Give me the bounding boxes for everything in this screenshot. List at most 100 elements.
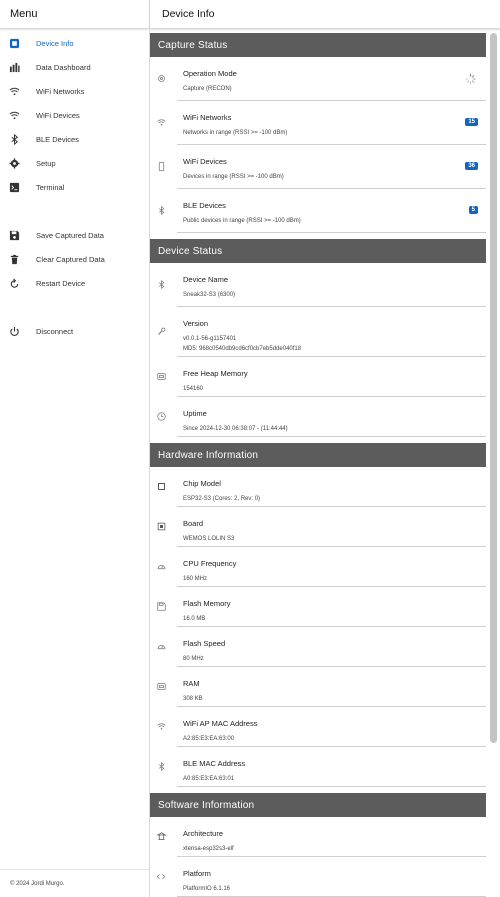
sidebar-item-wifi-devices[interactable]: WiFi Devices <box>0 103 149 127</box>
item-value: 154160 <box>183 386 204 392</box>
sidebar-item-label: Clear Captured Data <box>36 254 105 264</box>
item-title: Architecture <box>183 829 224 838</box>
loading-spinner-icon <box>465 73 476 84</box>
sidebar-item-data-dashboard[interactable]: Data Dashboard <box>0 55 149 79</box>
wifi-icon <box>8 109 20 121</box>
sidebar-item-label: Device Info <box>36 38 74 48</box>
gear-outline-icon <box>155 57 167 100</box>
power-icon <box>8 325 20 337</box>
list-item-free-heap-memory[interactable]: Free Heap Memory 154160 <box>156 357 486 397</box>
scrollbar[interactable] <box>490 33 497 743</box>
architecture-icon <box>155 817 167 856</box>
hardware-information-list: Chip Model ESP32-S3 (Cores: 2, Rev: 0) B… <box>150 467 486 793</box>
wrench-icon <box>155 307 167 356</box>
memory-icon <box>155 667 167 706</box>
sidebar-item-label: Data Dashboard <box>36 62 91 72</box>
item-value: xtensa-esp32s3-elf <box>183 846 234 852</box>
phone-icon <box>155 145 167 188</box>
memory-icon <box>155 357 167 396</box>
item-value: A0:85:E3:EA:63:01 <box>183 776 235 782</box>
item-title: Flash Memory <box>183 599 231 608</box>
terminal-icon <box>8 181 20 193</box>
item-value: 160 MHz <box>183 576 208 582</box>
sidebar-item-ble-devices[interactable]: BLE Devices <box>0 127 149 151</box>
speedometer-icon <box>155 627 167 666</box>
bluetooth-icon <box>155 747 167 786</box>
item-title: WiFi AP MAC Address <box>183 719 258 728</box>
item-value: 308 KB <box>183 696 203 702</box>
board-icon <box>155 507 167 546</box>
gear-icon <box>8 157 20 169</box>
sidebar-item-device-info[interactable]: Device Info <box>0 31 149 55</box>
item-title: Chip Model <box>183 479 221 488</box>
count-badge: 15 <box>465 118 478 127</box>
sidebar-item-save-captured-data[interactable]: Save Captured Data <box>0 223 149 247</box>
item-title: WiFi Devices <box>183 157 227 166</box>
sidebar-item-setup[interactable]: Setup <box>0 151 149 175</box>
count-badge: 36 <box>465 162 478 171</box>
list-item-device-name[interactable]: Device Name Sneak32-S3 (6300) <box>158 263 486 307</box>
item-title: BLE Devices <box>183 201 226 210</box>
bluetooth-icon <box>155 189 167 232</box>
item-value: Devices in range (RSSI >= -100 dBm) <box>183 174 284 180</box>
software-information-list: Architecture xtensa-esp32s3-elf Platform… <box>150 817 486 897</box>
speedometer-icon <box>155 547 167 586</box>
main-panel: Device Info Capture Status Operation Mod… <box>150 0 500 897</box>
page-title: Device Info <box>150 0 500 29</box>
save-icon <box>8 229 20 241</box>
list-item-flash-memory[interactable]: Flash Memory 16.0 MB <box>156 587 486 627</box>
nav-spacer <box>0 199 149 223</box>
item-title: Free Heap Memory <box>183 369 248 378</box>
section-header-device-status: Device Status <box>150 239 486 263</box>
sidebar-item-wifi-networks[interactable]: WiFi Networks <box>0 79 149 103</box>
sidebar-item-clear-captured-data[interactable]: Clear Captured Data <box>0 247 149 271</box>
wifi-icon <box>155 707 167 746</box>
nav-spacer <box>0 295 149 319</box>
item-value: 16.0 MB <box>183 616 206 622</box>
item-title: Flash Speed <box>183 639 226 648</box>
item-value: Capture (RECON) <box>183 86 232 92</box>
list-item-flash-speed[interactable]: Flash Speed 80 MHz <box>157 627 486 667</box>
sidebar-item-label: BLE Devices <box>36 134 79 144</box>
sidebar-nav: Device Info Data Dashboard WiFi Networks… <box>0 31 149 343</box>
item-title: Version <box>183 319 209 328</box>
list-item-chip-model[interactable]: Chip Model ESP32-S3 (Cores: 2, Rev: 0) <box>157 467 486 507</box>
list-item-operation-mode[interactable]: Operation Mode Capture (RECON) <box>157 57 486 101</box>
device-status-list: Device Name Sneak32-S3 (6300) Version v0… <box>150 263 486 443</box>
device-info-content: Capture Status Operation Mode Capture (R… <box>150 33 486 897</box>
capture-status-list: Operation Mode Capture (RECON) WiFi Netw… <box>150 57 486 239</box>
trash-icon <box>8 253 20 265</box>
list-item-wifi-devices[interactable]: WiFi Devices Devices in range (RSSI >= -… <box>158 145 486 189</box>
list-item-cpu-frequency[interactable]: CPU Frequency 160 MHz <box>157 547 486 587</box>
sidebar-item-label: WiFi Networks <box>36 86 85 96</box>
list-item-board[interactable]: Board WEMOS LOLIN S3 <box>157 507 486 547</box>
list-item-architecture[interactable]: Architecture xtensa-esp32s3-elf <box>156 817 486 857</box>
item-value: 80 MHz <box>183 656 204 662</box>
item-title: Platform <box>183 869 211 878</box>
sidebar-item-terminal[interactable]: Terminal <box>0 175 149 199</box>
list-item-wifi-networks[interactable]: WiFi Networks Networks in range (RSSI >=… <box>156 101 486 145</box>
sidebar-item-disconnect[interactable]: Disconnect <box>0 319 149 343</box>
list-item-ble-mac[interactable]: BLE MAC Address A0:85:E3:EA:63:01 <box>158 747 486 787</box>
item-title: Board <box>183 519 204 528</box>
wifi-icon <box>8 85 20 97</box>
sidebar-item-label: Terminal <box>36 182 65 192</box>
list-item-platform[interactable]: Platform PlatformIO 6.1.16 <box>156 857 486 897</box>
sidebar-item-label: WiFi Devices <box>36 110 80 120</box>
list-item-version[interactable]: Version v0.0.1-56-g1157401 MD5: 968c0540… <box>157 307 486 357</box>
bluetooth-icon <box>8 133 20 145</box>
list-item-ram[interactable]: RAM 308 KB <box>156 667 486 707</box>
item-title: WiFi Networks <box>183 113 232 122</box>
sidebar-item-restart-device[interactable]: Restart Device <box>0 271 149 295</box>
list-item-uptime[interactable]: Uptime Since 2024-12-30 06:38:07 - (11:4… <box>156 397 486 437</box>
item-value: WEMOS LOLIN S3 <box>183 536 235 542</box>
section-header-capture-status: Capture Status <box>150 33 486 57</box>
section-header-software-information: Software Information <box>150 793 486 817</box>
item-value: Sneak32-S3 (6300) <box>183 292 236 298</box>
chip-icon <box>155 467 167 506</box>
sidebar-item-label: Disconnect <box>36 326 74 336</box>
restart-icon <box>8 277 20 289</box>
list-item-ble-devices[interactable]: BLE Devices Public devices in range (RSS… <box>158 189 486 233</box>
list-item-wifi-ap-mac[interactable]: WiFi AP MAC Address A2:85:E3:EA:63:00 <box>156 707 486 747</box>
code-icon <box>155 857 167 896</box>
